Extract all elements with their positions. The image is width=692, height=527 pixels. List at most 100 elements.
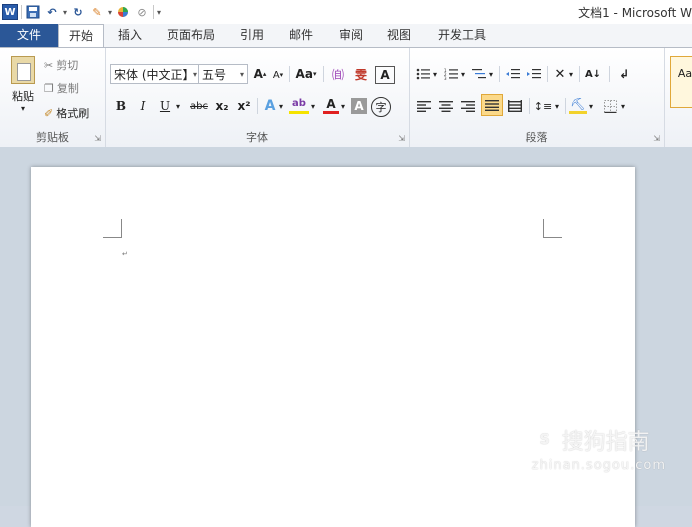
ribbon: 粘贴 ▾ ✂ 剪切 ❐ 复制 ✐ 格式刷 剪贴板 ⇲ 宋体 (中文正】 ▾ 五号… bbox=[0, 47, 692, 148]
font-group-label: 字体 bbox=[246, 131, 268, 144]
tab-review[interactable]: 审阅 bbox=[329, 24, 373, 47]
superscript-button[interactable]: x² bbox=[235, 96, 253, 116]
save-icon[interactable] bbox=[25, 4, 41, 20]
shrink-font-button[interactable]: A ▾ bbox=[271, 65, 285, 85]
multilevel-dropdown-icon[interactable]: ▾ bbox=[487, 64, 495, 84]
clear-format-icon[interactable]: ⊘ bbox=[134, 4, 150, 20]
align-right-icon[interactable] bbox=[459, 96, 477, 116]
tab-view[interactable]: 视图 bbox=[377, 24, 421, 47]
styles-group: Aa bbox=[664, 48, 692, 147]
borders-dropdown-icon[interactable]: ▾ bbox=[619, 96, 627, 116]
paragraph-launcher-icon[interactable]: ⇲ bbox=[653, 134, 660, 143]
divider bbox=[323, 66, 324, 82]
cut-button[interactable]: ✂ 剪切 bbox=[44, 56, 78, 74]
paragraph-group: ▾ 123 ▾ ▾ ✕ ▾ A↓ ↲ ↕≡ ▾ ⛏ ▾ ▾ 段落 ⇲ bbox=[409, 48, 665, 147]
brush-icon: ✐ bbox=[44, 106, 54, 120]
font-name-select[interactable]: 宋体 (中文正】 ▾ bbox=[110, 64, 201, 84]
chinese-layout-dropdown-icon[interactable]: ▾ bbox=[567, 64, 575, 84]
change-case-button[interactable]: Aa ▾ bbox=[293, 64, 319, 84]
align-left-icon[interactable] bbox=[415, 96, 433, 116]
sort-icon[interactable]: A↓ bbox=[583, 64, 603, 84]
font-color-button[interactable]: A bbox=[323, 96, 339, 114]
tab-insert[interactable]: 插入 bbox=[108, 24, 152, 47]
subscript-button[interactable]: x₂ bbox=[213, 96, 231, 116]
multilevel-list-icon[interactable] bbox=[471, 64, 487, 84]
highlight-button[interactable]: ab bbox=[289, 96, 309, 114]
chevron-down-icon: ▾ bbox=[239, 70, 244, 79]
paste-button[interactable]: 粘贴 ▾ bbox=[6, 54, 40, 114]
clipboard-launcher-icon[interactable]: ⇲ bbox=[94, 134, 101, 143]
show-marks-icon[interactable]: ↲ bbox=[615, 64, 633, 84]
highlight-dropdown-icon[interactable]: ▾ bbox=[309, 96, 317, 116]
change-case-label: Aa bbox=[295, 67, 313, 81]
italic-button[interactable]: I bbox=[135, 96, 151, 116]
divider bbox=[565, 98, 566, 114]
grow-font-label: A bbox=[253, 67, 263, 81]
paste-label: 粘贴 bbox=[12, 89, 34, 103]
copy-icon: ❐ bbox=[44, 81, 54, 95]
scissors-icon: ✂ bbox=[44, 58, 54, 72]
wen-icon[interactable]: 雯 bbox=[350, 64, 372, 84]
underline-button[interactable]: U bbox=[157, 96, 173, 116]
margin-corner-mark bbox=[543, 219, 562, 238]
customize-icon[interactable]: ✎ bbox=[89, 4, 105, 20]
borders-icon[interactable] bbox=[601, 96, 619, 116]
word-app-icon[interactable]: W bbox=[2, 4, 18, 20]
font-size-select[interactable]: 五号 ▾ bbox=[198, 64, 248, 84]
bullets-dropdown-icon[interactable]: ▾ bbox=[431, 64, 439, 84]
numbering-icon[interactable]: 123 bbox=[443, 64, 459, 84]
divider bbox=[609, 66, 610, 82]
tab-home[interactable]: 开始 bbox=[58, 24, 105, 48]
line-spacing-icon[interactable]: ↕≡ bbox=[533, 96, 553, 116]
title-bar: W ↶ ▾ ↻ ✎ ▾ ⊘ ▾ 文档1 - Microsoft W bbox=[0, 0, 692, 25]
bullets-icon[interactable] bbox=[415, 64, 431, 84]
font-launcher-icon[interactable]: ⇲ bbox=[398, 134, 405, 143]
divider bbox=[499, 66, 500, 82]
font-size-value: 五号 bbox=[202, 68, 227, 82]
text-effects-dropdown-icon[interactable]: ▾ bbox=[277, 96, 285, 116]
clipboard-group-label: 剪贴板 bbox=[36, 131, 69, 144]
distributed-icon[interactable] bbox=[506, 96, 524, 116]
tab-page-layout[interactable]: 页面布局 bbox=[157, 24, 225, 47]
undo-dropdown-icon[interactable]: ▾ bbox=[63, 8, 67, 17]
redo-icon[interactable]: ↻ bbox=[70, 4, 86, 20]
divider bbox=[289, 66, 290, 82]
decrease-indent-icon[interactable] bbox=[504, 64, 522, 84]
copy-button[interactable]: ❐ 复制 bbox=[44, 79, 79, 97]
tab-developer[interactable]: 开发工具 bbox=[428, 24, 496, 47]
align-center-icon[interactable] bbox=[437, 96, 455, 116]
svg-text:3: 3 bbox=[444, 76, 447, 80]
enclose-characters-button[interactable]: 字 bbox=[371, 97, 391, 117]
chevron-down-icon: ▾ bbox=[192, 70, 197, 79]
grow-font-button[interactable]: A ▴ bbox=[252, 64, 268, 84]
shrink-font-label: A bbox=[272, 69, 280, 81]
font-color-dropdown-icon[interactable]: ▾ bbox=[339, 96, 347, 116]
character-border-icon[interactable]: A bbox=[375, 66, 395, 84]
shading-icon[interactable]: ⛏ bbox=[569, 96, 587, 114]
quick-access-toolbar: W ↶ ▾ ↻ ✎ ▾ ⊘ ▾ bbox=[2, 2, 161, 22]
qat-more-icon[interactable]: ▾ bbox=[157, 8, 161, 17]
format-painter-label: 格式刷 bbox=[56, 107, 90, 120]
tab-mailings[interactable]: 邮件 bbox=[279, 24, 323, 47]
character-shading-button[interactable]: A bbox=[351, 98, 367, 114]
paste-dropdown-icon[interactable]: ▾ bbox=[21, 104, 25, 113]
undo-icon[interactable]: ↶ bbox=[44, 4, 60, 20]
shading-dropdown-icon[interactable]: ▾ bbox=[587, 96, 595, 116]
format-painter-button[interactable]: ✐ 格式刷 bbox=[44, 104, 89, 122]
bold-button[interactable]: B bbox=[113, 96, 129, 116]
color-wheel-icon[interactable] bbox=[115, 4, 131, 20]
sogou-logo-icon: S bbox=[531, 427, 558, 453]
phonetic-guide-icon[interactable]: ㉂ bbox=[327, 64, 349, 84]
justify-icon[interactable] bbox=[481, 94, 503, 116]
strikethrough-button[interactable]: abc bbox=[187, 96, 211, 116]
tab-file[interactable]: 文件 bbox=[0, 24, 58, 47]
underline-dropdown-icon[interactable]: ▾ bbox=[173, 96, 183, 116]
watermark-url: zhinan.sogou.com bbox=[531, 458, 666, 473]
customize-dropdown-icon[interactable]: ▾ bbox=[108, 8, 112, 17]
line-spacing-dropdown-icon[interactable]: ▾ bbox=[553, 96, 561, 116]
document-page[interactable]: ↵ bbox=[31, 167, 635, 527]
tab-references[interactable]: 引用 bbox=[230, 24, 274, 47]
style-normal-preview[interactable]: Aa bbox=[670, 56, 692, 108]
increase-indent-icon[interactable] bbox=[525, 64, 543, 84]
numbering-dropdown-icon[interactable]: ▾ bbox=[459, 64, 467, 84]
